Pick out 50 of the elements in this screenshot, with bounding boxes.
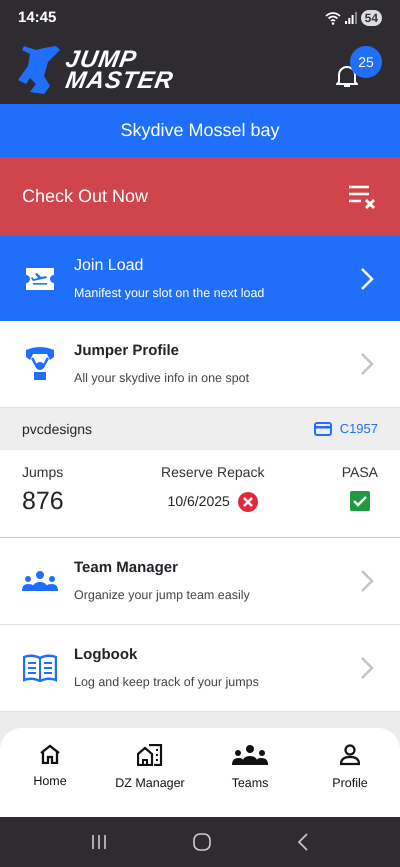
back-icon[interactable]: [297, 833, 309, 851]
chevron-right-icon: [360, 656, 374, 680]
username: pvcdesigns: [22, 420, 92, 439]
menu-subtitle: Manifest your slot on the next load: [74, 285, 266, 302]
person-icon: [340, 744, 360, 766]
clear-list-icon: [348, 184, 378, 210]
status-time: 14:45: [18, 8, 56, 28]
credit-card-icon: [314, 422, 332, 436]
chevron-right-icon: [360, 266, 374, 290]
menu-title: Jumper Profile: [74, 341, 180, 362]
repack-date: 10/6/2025: [168, 492, 230, 511]
people-icon: [232, 744, 268, 766]
menu-subtitle: Organize your jump team easily: [74, 586, 251, 604]
group-icon: [22, 570, 58, 592]
nav-tab[interactable]: Profile: [332, 774, 368, 793]
stat-label: Reserve Repack: [160, 463, 264, 482]
parachutist-icon: [24, 346, 56, 382]
plane-ticket-icon: [24, 266, 56, 292]
notification-bell-icon[interactable]: [336, 64, 358, 88]
join-load-banner[interactable]: Join Load Manifest your slot on the next load: [0, 236, 400, 321]
logo-text: MASTER: [64, 70, 176, 91]
menu-subtitle: All your skydive info in one spot: [74, 370, 250, 387]
building-icon: [137, 744, 163, 766]
logo-text: JUMP: [64, 49, 140, 70]
wifi-icon: [324, 12, 341, 24]
menu-item[interactable]: Logbook Log and keep track of your jumps: [0, 625, 400, 712]
nav-tab[interactable]: DZ Manager: [115, 774, 185, 793]
chevron-right-icon: [360, 352, 374, 376]
nav-tab[interactable]: Teams: [232, 774, 268, 793]
battery-level: 54: [360, 10, 382, 26]
dropzone-name: Skydive Mossel bay: [120, 119, 280, 142]
stat-label: Jumps: [22, 463, 64, 482]
menu-item[interactable]: Jumper Profile All your skydive info in one spot: [0, 321, 400, 408]
card-number: C1957: [340, 420, 378, 438]
chevron-right-icon: [360, 569, 374, 593]
menu-title: Team Manager: [74, 558, 179, 578]
menu-item[interactable]: Team Manager Organize your jump team easily: [0, 538, 400, 625]
recent-apps-icon[interactable]: [91, 834, 107, 850]
home-icon: [39, 744, 61, 764]
check-out-button[interactable]: Check Out Now: [0, 157, 400, 236]
open-book-icon: [23, 654, 57, 682]
stat-label: PASA: [342, 463, 378, 482]
nav-tab[interactable]: Home: [33, 772, 67, 791]
jump-count: 876: [22, 486, 64, 517]
notification-count: 25: [350, 46, 382, 78]
signal-icon: [344, 12, 357, 24]
home-button-icon[interactable]: [193, 833, 211, 851]
menu-title: Join Load: [74, 256, 144, 276]
menu-subtitle: Log and keep track of your jumps: [74, 674, 260, 691]
menu-title: Logbook: [74, 645, 138, 666]
